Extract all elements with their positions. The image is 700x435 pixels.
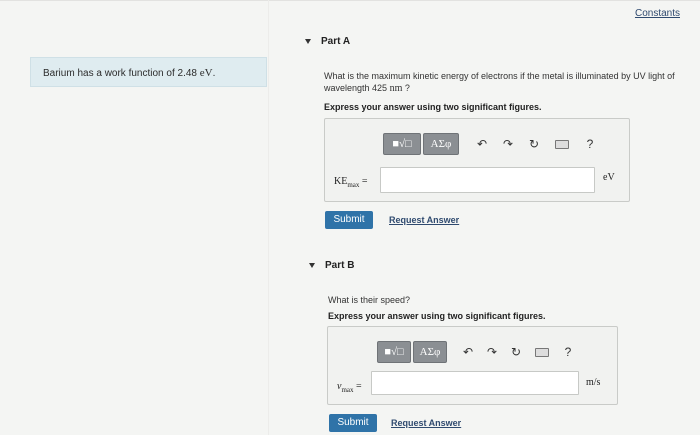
ke-max-subscript: max <box>347 181 360 189</box>
ke-max-unit: eV <box>603 172 615 183</box>
problem-statement-text: Barium has a work function of 2.48 <box>43 68 200 79</box>
ke-max-input[interactable] <box>380 167 595 193</box>
column-divider <box>268 0 269 435</box>
part-b-title: Part B <box>325 260 355 271</box>
part-a-question-unit: nm <box>389 83 403 94</box>
part-a-title: Part A <box>321 36 351 47</box>
templates-button[interactable]: ■√□ <box>377 341 411 363</box>
v-max-equals: = <box>356 381 362 392</box>
part-a-question-line1: What is the maximum kinetic energy of el… <box>324 71 675 81</box>
templates-button[interactable]: ■√□ <box>383 133 421 155</box>
v-max-subscript: max <box>341 386 354 394</box>
redo-icon[interactable]: ↷ <box>483 343 501 361</box>
part-b-instruction: Express your answer using two significan… <box>328 311 546 321</box>
reset-icon[interactable]: ↻ <box>525 135 543 153</box>
v-max-unit: m/s <box>586 377 601 388</box>
v-max-label: vmax = <box>337 381 362 394</box>
ke-max-variable: KE <box>334 176 348 187</box>
part-b-header[interactable]: Part B <box>309 260 354 271</box>
undo-icon[interactable]: ↶ <box>459 343 477 361</box>
help-button[interactable]: ? <box>559 343 577 361</box>
collapse-caret-icon[interactable] <box>305 38 311 44</box>
collapse-caret-icon[interactable] <box>309 262 315 268</box>
part-a-request-answer-link[interactable]: Request Answer <box>389 215 459 225</box>
part-a-question: What is the maximum kinetic energy of el… <box>324 70 694 95</box>
keyboard-icon[interactable] <box>553 135 571 153</box>
part-a-toolbar: ■√□ AΣφ ↶ ↷ ↻ ? <box>383 133 599 155</box>
symbols-button[interactable]: AΣφ <box>423 133 459 155</box>
part-b-request-answer-link[interactable]: Request Answer <box>391 418 461 428</box>
redo-icon[interactable]: ↷ <box>499 135 517 153</box>
part-a-question-suffix: ? <box>402 83 410 93</box>
problem-statement-suffix: . <box>212 68 216 79</box>
part-a-header[interactable]: Part A <box>305 36 350 47</box>
top-border <box>0 0 700 1</box>
problem-statement-panel: Barium has a work function of 2.48 eV. <box>30 57 267 87</box>
part-a-instruction: Express your answer using two significan… <box>324 102 542 112</box>
part-b-submit-button[interactable]: Submit <box>329 414 377 432</box>
ke-max-equals: = <box>361 176 368 187</box>
part-a-question-line2: wavelength 425 nm ? <box>324 82 694 95</box>
undo-icon[interactable]: ↶ <box>473 135 491 153</box>
part-b-question: What is their speed? <box>328 295 411 305</box>
keyboard-icon[interactable] <box>533 343 551 361</box>
help-button[interactable]: ? <box>581 135 599 153</box>
reset-icon[interactable]: ↻ <box>507 343 525 361</box>
symbols-button[interactable]: AΣφ <box>413 341 447 363</box>
ke-max-label: KEmax = <box>334 176 368 189</box>
part-b-toolbar: ■√□ AΣφ ↶ ↷ ↻ ? <box>377 341 577 363</box>
part-a-question-wavelength: wavelength 425 <box>324 83 390 93</box>
constants-link[interactable]: Constants <box>635 8 680 19</box>
problem-statement-unit: eV <box>199 67 213 79</box>
part-a-submit-button[interactable]: Submit <box>325 211 373 229</box>
v-max-input[interactable] <box>371 371 579 395</box>
